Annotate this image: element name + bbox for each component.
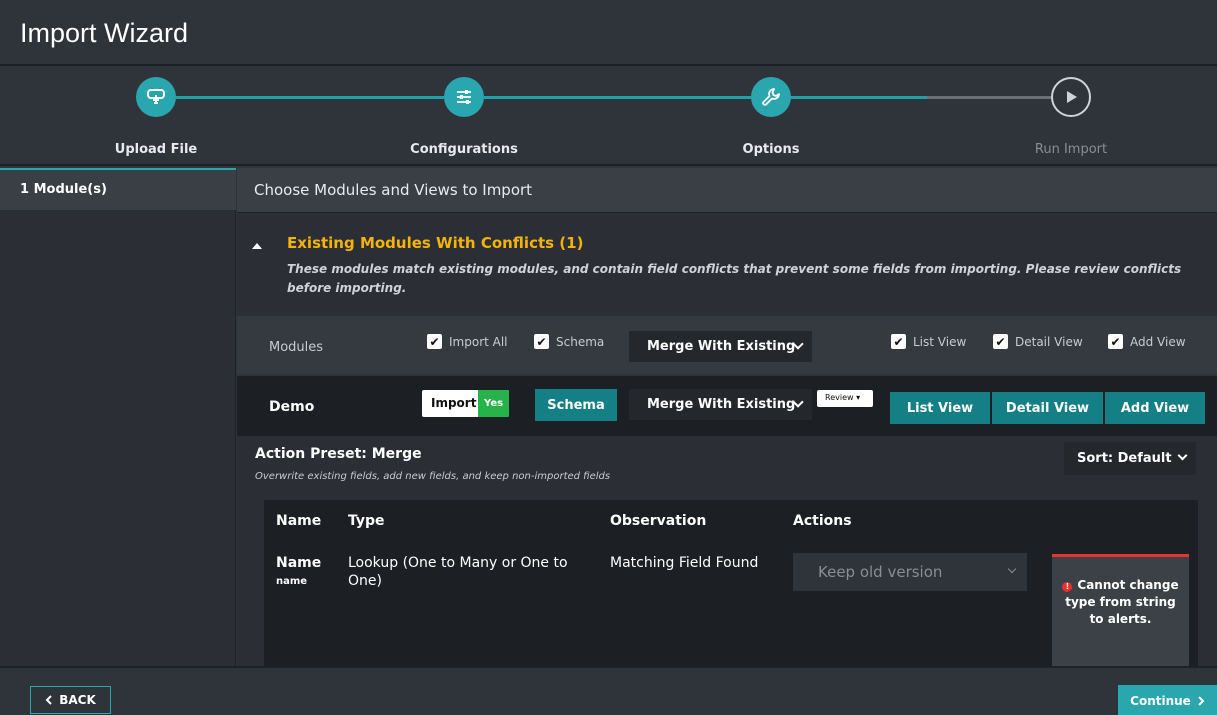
footer: BACK Continue [0,666,1217,715]
collapse-caret-icon[interactable] [252,243,262,249]
title-bar: Import Wizard [0,0,1217,66]
modules-header-row: Modules ✔ Import All ✔ Schema Merge With… [237,316,1217,374]
field-action-select[interactable]: Keep old version [793,553,1027,591]
merge-all-select[interactable]: Merge With Existing [629,331,812,362]
module-name: Demo [269,399,315,415]
back-button[interactable]: BACK [30,686,111,714]
chevron-right-icon [1198,696,1205,706]
continue-label: Continue [1130,694,1191,708]
sort-select[interactable]: Sort: Default [1064,442,1196,475]
list-view-button[interactable]: List View [890,392,990,424]
import-all-checkbox[interactable]: ✔ Import All [427,334,508,349]
step-label-options: Options [742,142,800,157]
chevron-down-icon [1007,564,1017,574]
column-header-name: Name [276,513,322,529]
wizard-stepper: Upload File Configurations Options Run I… [0,68,1217,166]
action-preset-area: Action Preset: Merge Overwrite existing … [237,436,1217,666]
section-title: Choose Modules and Views to Import [237,168,1217,212]
checkmark-icon: ✔ [891,334,906,349]
review-label: Review [825,393,854,402]
add-view-button[interactable]: Add View [1105,392,1205,424]
import-all-label: Import All [449,334,508,349]
modules-label: Modules [269,340,324,355]
schema-button[interactable]: Schema [535,389,617,421]
column-header-observation: Observation [610,513,707,529]
field-action-value: Keep old version [818,563,943,581]
detail-view-checkbox[interactable]: ✔ Detail View [993,334,1083,349]
caret-down-icon: ▾ [856,393,861,402]
continue-button[interactable]: Continue [1118,685,1217,715]
field-type: Lookup (One to Many or One to One) [348,555,568,589]
chevron-left-icon [45,695,52,705]
schema-checkbox[interactable]: ✔ Schema [534,334,604,349]
review-dropdown-button[interactable]: Review ▾ [817,390,873,407]
checkmark-icon: ✔ [1108,334,1123,349]
field-observation: Matching Field Found [610,555,759,571]
step-options[interactable] [751,77,791,117]
sliders-icon [457,90,471,104]
import-toggle[interactable]: Import Yes [422,390,509,417]
schema-label: Schema [556,334,605,349]
step-upload-file[interactable] [136,77,176,117]
sort-value: Sort: Default [1077,451,1172,466]
conflicts-description: These modules match existing modules, an… [287,262,1182,295]
merge-all-value: Merge With Existing [647,339,796,354]
detail-view-label: Detail View [1015,334,1083,349]
step-label-configurations: Configurations [410,142,518,157]
import-toggle-state: Yes [478,390,509,417]
import-toggle-label: Import [431,396,477,410]
field-error-text: Cannot change type from string to alerts… [1065,578,1179,626]
field-key: name [276,576,308,587]
fields-table: Name Type Observation Actions Name name … [264,500,1198,666]
step-connector [791,96,927,99]
back-label: BACK [59,693,96,707]
checkmark-icon: ✔ [993,334,1008,349]
main-panel: Choose Modules and Views to Import Exist… [237,168,1217,666]
upload-hand-icon [147,89,165,104]
field-error-alert: ! Cannot change type from string to alert… [1052,554,1189,666]
field-name: Name [276,555,322,571]
column-header-actions: Actions [793,513,852,529]
window-title: Import Wizard [20,18,189,48]
column-header-type: Type [348,513,385,529]
conflicts-section: Existing Modules With Conflicts (1) Thes… [237,212,1217,316]
step-connector [176,96,444,99]
list-view-label: List View [913,334,967,349]
preset-title: Action Preset: Merge [255,446,422,462]
step-configurations[interactable] [444,77,484,117]
step-label-upload-file: Upload File [114,142,198,157]
conflicts-title[interactable]: Existing Modules With Conflicts (1) [287,234,583,252]
step-run-import[interactable] [1051,77,1091,117]
checkmark-icon: ✔ [427,334,442,349]
sidebar: 1 Module(s) [0,168,236,666]
alert-icon: ! [1062,582,1073,592]
preset-description: Overwrite existing fields, add new field… [255,471,611,482]
detail-view-button[interactable]: Detail View [992,392,1103,424]
module-merge-value: Merge With Existing [647,397,796,412]
wrench-icon [762,88,780,106]
step-label-run-import: Run Import [1034,142,1108,157]
list-view-checkbox[interactable]: ✔ List View [891,334,966,349]
step-connector-inactive [927,96,1051,99]
add-view-checkbox[interactable]: ✔ Add View [1108,334,1186,349]
checkmark-icon: ✔ [534,334,549,349]
module-row-demo: Demo Import Yes Schema Merge With Existi… [237,374,1217,436]
step-connector [484,96,751,99]
module-merge-select[interactable]: Merge With Existing [629,389,812,420]
sidebar-item-modules[interactable]: 1 Module(s) [0,168,236,210]
play-icon [1067,91,1077,103]
chevron-down-icon [1177,450,1188,461]
add-view-label: Add View [1130,334,1186,349]
